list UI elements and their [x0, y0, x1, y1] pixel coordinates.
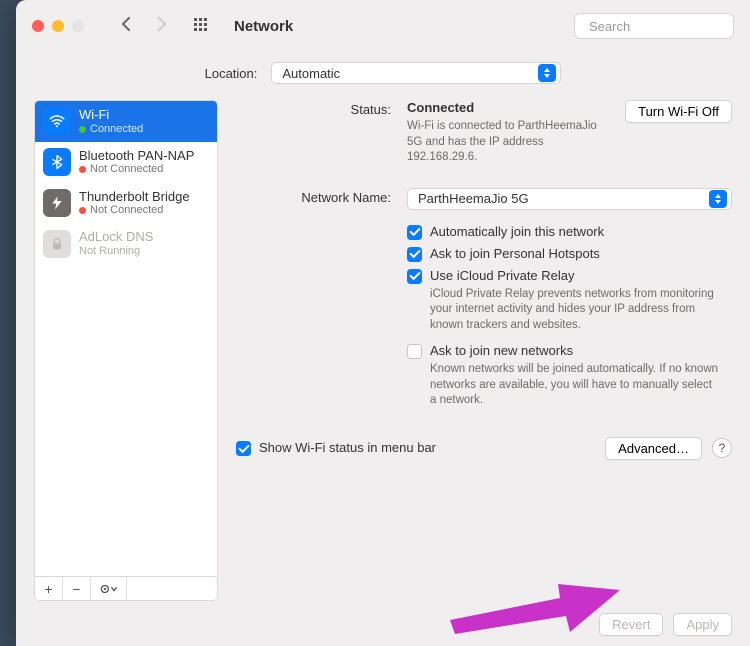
apply-button[interactable]: Apply [673, 613, 732, 636]
help-button[interactable]: ? [712, 438, 732, 458]
search-input[interactable] [589, 19, 750, 34]
forward-button[interactable] [148, 15, 176, 38]
zoom-window-button[interactable] [72, 20, 84, 32]
icloud-relay-checkbox[interactable]: Use iCloud Private Relay iCloud Private … [407, 268, 732, 334]
ask-hotspot-checkbox[interactable]: Ask to join Personal Hotspots [407, 246, 732, 262]
status-value: Connected [407, 100, 609, 115]
service-name: Wi-Fi [79, 107, 143, 123]
service-bluetooth[interactable]: Bluetooth PAN-NAP Not Connected [35, 142, 217, 183]
back-button[interactable] [112, 15, 140, 38]
add-service-button[interactable]: + [35, 577, 63, 600]
status-description: Wi-Fi is connected to ParthHeemaJio 5G a… [407, 119, 609, 166]
window-controls [32, 20, 84, 32]
minimize-window-button[interactable] [52, 20, 64, 32]
bluetooth-icon [43, 148, 71, 176]
advanced-button[interactable]: Advanced… [605, 437, 702, 460]
service-list: Wi-Fi Connected Bluetooth PAN-NAP Not Co… [35, 101, 217, 576]
close-window-button[interactable] [32, 20, 44, 32]
checkbox-icon [236, 441, 251, 456]
lock-icon [43, 230, 71, 258]
remove-service-button[interactable]: − [63, 577, 91, 600]
location-label: Location: [205, 66, 258, 81]
checkbox-icon [407, 225, 422, 240]
checkbox-icon [407, 247, 422, 262]
status-label: Status: [236, 100, 391, 117]
status-dot-icon [79, 126, 86, 133]
service-adlock[interactable]: AdLock DNS Not Running [35, 223, 217, 264]
sidebar-footer: + − [35, 576, 217, 600]
network-name-value: ParthHeemaJio 5G [418, 191, 529, 206]
search-field[interactable] [574, 13, 734, 39]
ask-new-checkbox[interactable]: Ask to join new networks Known networks … [407, 343, 732, 409]
ask-new-description: Known networks will be joined automatica… [430, 362, 720, 409]
checkbox-icon [407, 269, 422, 284]
location-row: Location: Automatic [16, 52, 750, 100]
network-name-label: Network Name: [236, 188, 391, 205]
show-all-icon[interactable] [194, 18, 210, 34]
stepper-icon [709, 190, 727, 208]
wifi-icon [43, 107, 71, 135]
service-wifi[interactable]: Wi-Fi Connected [35, 101, 217, 142]
service-thunderbolt[interactable]: Thunderbolt Bridge Not Connected [35, 183, 217, 224]
services-sidebar: Wi-Fi Connected Bluetooth PAN-NAP Not Co… [34, 100, 218, 601]
show-menubar-checkbox[interactable]: Show Wi-Fi status in menu bar [236, 440, 436, 456]
location-select[interactable]: Automatic [271, 62, 561, 84]
window-title: Network [234, 18, 293, 35]
icloud-relay-description: iCloud Private Relay prevents networks f… [430, 287, 720, 334]
main-panel: Status: Connected Wi-Fi is connected to … [236, 100, 732, 601]
auto-join-checkbox[interactable]: Automatically join this network [407, 224, 732, 240]
footer-buttons: Revert Apply [16, 605, 750, 646]
checkbox-icon [407, 344, 422, 359]
network-name-select[interactable]: ParthHeemaJio 5G [407, 188, 732, 210]
service-name: Thunderbolt Bridge [79, 189, 190, 205]
service-name: AdLock DNS [79, 229, 153, 245]
titlebar: Network [16, 0, 750, 52]
status-dot-icon [79, 207, 86, 214]
service-menu-button[interactable] [91, 577, 127, 600]
service-name: Bluetooth PAN-NAP [79, 148, 194, 164]
location-value: Automatic [282, 66, 340, 81]
toggle-wifi-button[interactable]: Turn Wi-Fi Off [625, 100, 732, 123]
revert-button[interactable]: Revert [599, 613, 663, 636]
thunderbolt-icon [43, 189, 71, 217]
status-dot-icon [79, 166, 86, 173]
preferences-window: Network Location: Automatic Wi-Fi Conn [16, 0, 750, 646]
stepper-icon [538, 64, 556, 82]
